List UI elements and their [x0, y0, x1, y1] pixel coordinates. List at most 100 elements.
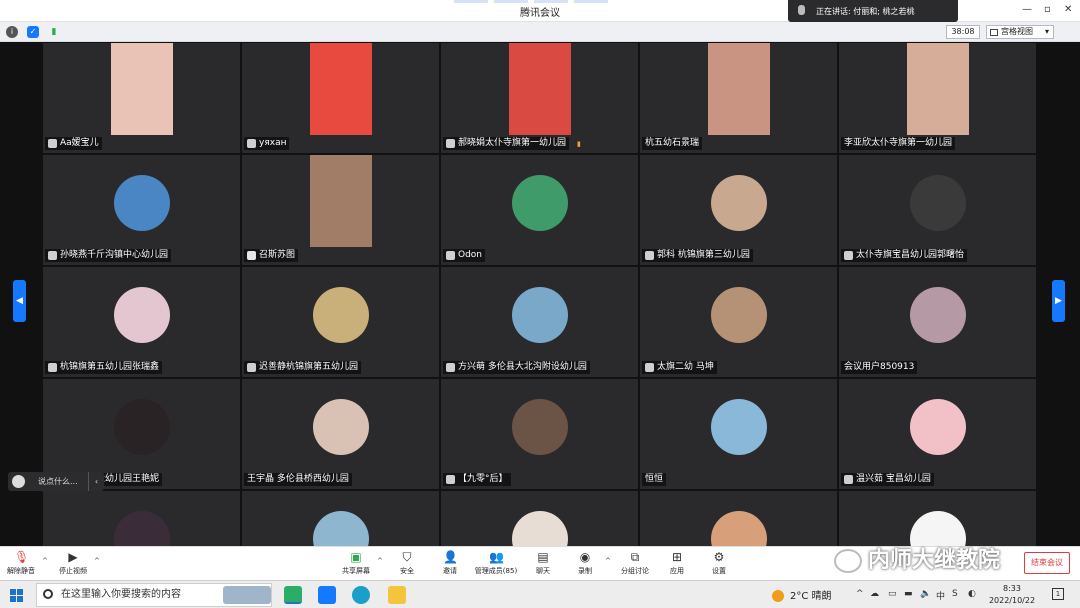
windows-taskbar: 在这里输入你要搜索的内容 2°C 晴朗 ^ ☁ ▭ ▬ 🔈 中 S ◐ 8:33…	[0, 580, 1080, 608]
windows-start-icon[interactable]	[10, 589, 23, 602]
participant-tile[interactable]: 杭五幼石景瑞	[640, 43, 837, 153]
speaker-icon[interactable]: ◐	[968, 589, 976, 599]
participant-name-tag: Aa嫒宝儿	[45, 137, 102, 150]
meeting-timer: 38:08	[946, 25, 980, 39]
breakout-button[interactable]: ⧉ 分组讨论	[614, 550, 656, 580]
top-tab-indicator[interactable]	[534, 0, 568, 3]
view-mode-button[interactable]: 宫格视图 ▾	[986, 25, 1054, 39]
participant-avatar	[113, 511, 170, 546]
participant-tile[interactable]: 【九零°后】	[441, 379, 638, 489]
participant-name: 【九零°后】	[458, 474, 508, 484]
participant-tile[interactable]: 温兴茹 宝昌幼儿园	[839, 379, 1036, 489]
wechat-icon	[834, 549, 862, 573]
top-tab-indicator[interactable]	[574, 0, 608, 3]
participant-name-tag: 【九零°后】	[443, 473, 511, 486]
participant-name-tag: yяxан	[244, 137, 290, 150]
taskbar-clock[interactable]: 8:33 2022/10/22	[984, 583, 1040, 607]
close-icon[interactable]: ✕	[1064, 4, 1072, 15]
participant-tile[interactable]: 郭科 杭锦旗第三幼儿园	[640, 155, 837, 265]
settings-button[interactable]: ⚙ 设置	[698, 550, 740, 580]
microphone-muted-icon	[844, 251, 853, 260]
chevron-up-icon[interactable]: ^	[42, 557, 48, 565]
chevron-up-icon[interactable]: ^	[856, 589, 864, 599]
participant-tile[interactable]: 方兴萌 多伦县大北沟附设幼儿园	[441, 267, 638, 377]
participant-tile[interactable]: Aa嫒宝儿	[43, 43, 240, 153]
volume-icon[interactable]: 🔈	[920, 589, 931, 599]
microphone-muted-icon	[645, 363, 654, 372]
participant-tile[interactable]: yяxан	[242, 43, 439, 153]
participant-name: 郭科 杭锦旗第三幼儿园	[657, 250, 750, 260]
quick-chat-bar[interactable]: 说点什么... ‹	[8, 472, 104, 491]
manage-members-button[interactable]: 👥 管理成员(85)	[470, 550, 522, 580]
chevron-left-icon[interactable]: ‹	[88, 472, 104, 491]
end-meeting-button[interactable]: 结束会议	[1024, 552, 1070, 574]
participant-tile[interactable]: 恒恒	[640, 379, 837, 489]
task-view-icon[interactable]	[223, 586, 271, 604]
minimize-icon[interactable]: —	[1022, 4, 1032, 15]
participant-tile[interactable]	[43, 491, 240, 546]
participant-tile[interactable]: 郝晓娟太仆寺旗第一幼儿园 ▮	[441, 43, 638, 153]
participant-tile[interactable]	[441, 491, 638, 546]
wechat-app-icon[interactable]	[284, 586, 302, 604]
edge-browser-icon[interactable]	[352, 586, 370, 604]
share-screen-button[interactable]: ▣ 共享屏幕	[335, 550, 377, 580]
chat-label: 聊天	[536, 567, 550, 575]
participant-video	[110, 43, 173, 135]
battery-icon[interactable]: ▬	[904, 589, 913, 599]
participant-name: 王宇晶 多伦县桥西幼儿园	[247, 474, 349, 484]
participant-tile[interactable]	[640, 491, 837, 546]
participant-name: Aa嫒宝儿	[60, 138, 99, 148]
invite-button[interactable]: 👤 邀请	[429, 550, 471, 580]
info-icon[interactable]: i	[6, 26, 18, 38]
notification-icon[interactable]: 1	[1052, 588, 1064, 600]
signal-icon: ▮	[577, 140, 581, 148]
participant-tile[interactable]: 王宇晶 多伦县桥西幼儿园	[242, 379, 439, 489]
signal-icon[interactable]: ▮	[48, 26, 60, 38]
top-tab-indicator[interactable]	[454, 0, 488, 3]
unmute-button[interactable]: 🎙 解除静音	[0, 550, 42, 580]
chevron-up-icon[interactable]: ^	[377, 557, 383, 565]
participant-tile[interactable]: 杭锦旗第五幼儿园张瑞鑫	[43, 267, 240, 377]
maximize-icon[interactable]: ▫	[1044, 4, 1051, 15]
weather-widget[interactable]: 2°C 晴朗	[772, 587, 832, 602]
participant-tile[interactable]: 太旗二幼 马坤	[640, 267, 837, 377]
participant-avatar	[511, 175, 568, 231]
participant-avatar	[710, 175, 767, 231]
tencent-meeting-app-icon[interactable]	[318, 586, 336, 604]
cloud-icon[interactable]: ☁	[870, 589, 879, 599]
settings-label: 设置	[712, 567, 726, 575]
apps-button[interactable]: ⊞ 应用	[656, 550, 698, 580]
top-tab-indicator[interactable]	[494, 0, 528, 3]
participant-name-tag: 李亚欣太仆寺旗第一幼儿园	[841, 137, 956, 150]
record-button[interactable]: ◉ 录制	[564, 550, 606, 580]
chevron-up-icon[interactable]: ^	[94, 557, 100, 565]
file-explorer-icon[interactable]	[388, 586, 406, 604]
clock-date: 2022/10/22	[988, 596, 1036, 605]
participant-tile[interactable]	[839, 491, 1036, 546]
unmute-label: 解除静音	[7, 567, 35, 575]
participant-tile[interactable]: 迟善静杭锦旗第五幼儿园	[242, 267, 439, 377]
participant-avatar	[312, 399, 369, 455]
participant-tile[interactable]: 孙晓燕千斤沟镇中心幼儿园	[43, 155, 240, 265]
security-label: 安全	[400, 567, 414, 575]
chevron-up-icon[interactable]: ^	[605, 557, 611, 565]
shield-icon[interactable]: ✓	[27, 26, 39, 38]
next-page-button[interactable]: ▶	[1052, 280, 1065, 322]
share-screen-icon: ▣	[350, 550, 362, 564]
participant-tile[interactable]: Odon	[441, 155, 638, 265]
ime-icon[interactable]: S	[952, 589, 958, 599]
participant-video	[906, 43, 969, 135]
chat-button[interactable]: ▤ 聊天	[522, 550, 564, 580]
participant-tile[interactable]: 李亚欣太仆寺旗第一幼儿园	[839, 43, 1036, 153]
network-icon[interactable]: ▭	[888, 589, 897, 599]
participant-tile[interactable]: 会议用户850913	[839, 267, 1036, 377]
participant-tile[interactable]: 召斯苏图	[242, 155, 439, 265]
prev-page-button[interactable]: ◀	[13, 280, 26, 322]
participant-tile[interactable]	[242, 491, 439, 546]
security-button[interactable]: ⛉ 安全	[386, 550, 428, 580]
video-button[interactable]: ▶ 停止视频	[52, 550, 94, 580]
emoji-icon[interactable]	[12, 475, 25, 488]
language-icon[interactable]: 中	[936, 589, 945, 602]
participant-name: 郝晓娟太仆寺旗第一幼儿园	[458, 138, 567, 148]
participant-tile[interactable]: 太仆寺旗宝昌幼儿园郭曙怡	[839, 155, 1036, 265]
